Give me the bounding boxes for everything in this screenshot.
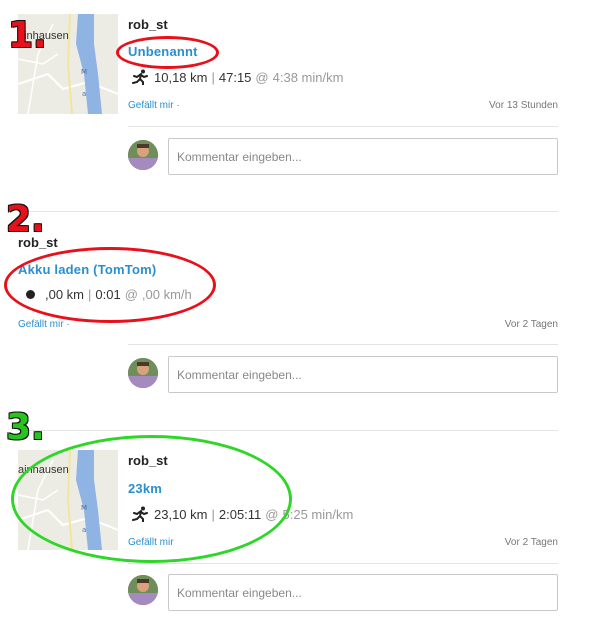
avatar[interactable] bbox=[128, 575, 158, 605]
distance-value: 10,18 km bbox=[154, 69, 208, 85]
annotation-circle bbox=[116, 36, 219, 69]
annotation-number: 2. bbox=[6, 199, 45, 240]
annotation-number: 3. bbox=[6, 407, 45, 448]
post-divider bbox=[18, 211, 558, 212]
activity-stats: 10,18 km | 47:15 @ 4:38 min/km bbox=[132, 69, 343, 85]
comment-divider bbox=[128, 126, 558, 127]
post-timestamp: Vor 2 Tagen bbox=[504, 319, 558, 330]
avatar[interactable] bbox=[128, 140, 158, 170]
comment-input[interactable] bbox=[168, 138, 558, 175]
stats-separator: | bbox=[211, 69, 215, 85]
annotation-circle bbox=[11, 435, 292, 563]
post-timestamp: Vor 2 Tagen bbox=[504, 537, 558, 548]
comment-input[interactable] bbox=[168, 574, 558, 611]
comment-input[interactable] bbox=[168, 356, 558, 393]
avatar[interactable] bbox=[128, 358, 158, 388]
post-divider bbox=[18, 430, 558, 431]
comment-divider bbox=[128, 344, 558, 345]
svg-text:a: a bbox=[82, 90, 86, 98]
pace-value: 5:25 min/km bbox=[282, 506, 354, 522]
like-link[interactable]: Gefällt mir · bbox=[18, 319, 70, 330]
duration-value: 47:15 bbox=[218, 69, 252, 85]
pace-at-symbol: @ bbox=[255, 69, 269, 85]
post-timestamp: Vor 13 Stunden bbox=[489, 100, 558, 111]
svg-text:M: M bbox=[81, 68, 87, 76]
annotation-number: 1. bbox=[8, 15, 47, 56]
running-icon bbox=[132, 69, 148, 85]
pace-value: 4:38 min/km bbox=[272, 69, 344, 85]
like-link[interactable]: Gefällt mir · bbox=[128, 100, 180, 111]
post-user-name[interactable]: rob_st bbox=[128, 17, 168, 32]
annotation-circle bbox=[4, 247, 216, 323]
comment-divider bbox=[128, 563, 558, 564]
